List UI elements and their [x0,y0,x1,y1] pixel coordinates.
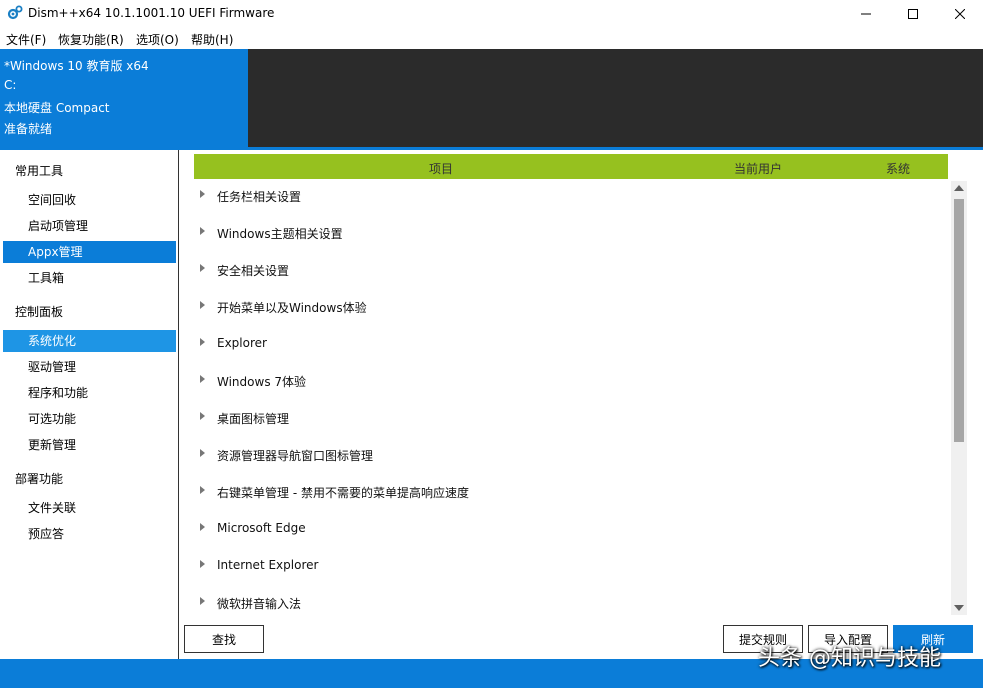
vertical-scrollbar[interactable] [951,181,967,615]
list-item-label: Windows主题相关设置 [217,227,343,241]
title-bar: Dism++x64 10.1.1001.10 UEFI Firmware [0,0,983,28]
expand-arrow-icon[interactable] [200,375,205,383]
sidebar-item-label: 程序和功能 [28,386,89,400]
list-header: 项目 当前用户 系统 [194,154,948,179]
list-item[interactable]: 开始菜单以及Windows体验 [194,289,934,326]
column-header-item[interactable]: 项目 [429,160,453,177]
list-item[interactable]: 任务栏相关设置 [194,178,934,215]
sidebar-item-updates[interactable]: 更新管理 [3,434,176,456]
list-item-label: Microsoft Edge [217,521,306,535]
sidebar-item-label: 可选功能 [28,412,77,426]
menu-recovery[interactable]: 恢复功能(R) [58,31,124,48]
list-item[interactable]: Windows 7体验 [194,363,934,400]
expand-arrow-icon[interactable] [200,412,205,420]
list-item-label: Internet Explorer [217,558,319,572]
sidebar-item-label: 文件关联 [28,501,77,515]
list-item[interactable]: 资源管理器导航窗口图标管理 [194,437,934,474]
sidebar-item-file-assoc[interactable]: 文件关联 [3,497,176,519]
session-area [248,49,983,147]
list-item[interactable]: Microsoft Edge [194,511,934,548]
sidebar-item-label: 工具箱 [28,271,65,285]
list-item-label: 桌面图标管理 [217,412,290,426]
scroll-up-arrow-icon[interactable] [954,185,964,191]
close-button[interactable] [937,0,983,28]
column-header-current-user[interactable]: 当前用户 [734,160,782,177]
list-item[interactable]: 微软拼音输入法 [194,585,934,622]
list-item[interactable]: 安全相关设置 [194,252,934,289]
sidebar-item-optional-features[interactable]: 可选功能 [3,408,176,430]
sidebar-item-appx[interactable]: Appx管理 [3,241,176,263]
sidebar-item-label: 更新管理 [28,438,77,452]
close-icon [955,9,965,19]
list-item-label: 微软拼音输入法 [217,597,302,611]
disk-type: 本地硬盘 Compact [4,101,110,115]
scrollbar-thumb[interactable] [954,199,964,442]
expand-arrow-icon[interactable] [200,449,205,457]
scroll-down-arrow-icon[interactable] [954,605,964,611]
list-item-label: Explorer [217,336,267,350]
sidebar-item-label: 驱动管理 [28,360,77,374]
menu-file[interactable]: 文件(F) [6,31,46,48]
sidebar-item-programs[interactable]: 程序和功能 [3,382,176,404]
menu-bar: 文件(F) 恢复功能(R) 选项(O) 帮助(H) [0,28,983,48]
os-name: *Windows 10 教育版 x64 [4,59,149,73]
gears-icon [7,5,23,20]
sidebar-group-deployment: 部署功能 [15,472,64,486]
main-panel: 项目 当前用户 系统 任务栏相关设置 Windows主题相关设置 安全相关设置 … [180,150,983,659]
watermark: 头条 @知识与技能 [758,646,941,671]
find-button[interactable]: 查找 [184,625,264,653]
list-item-label: 安全相关设置 [217,264,290,278]
list-item[interactable]: 桌面图标管理 [194,400,934,437]
sidebar-item-label: Appx管理 [28,245,83,259]
window-title: Dism++x64 10.1.1001.10 UEFI Firmware [28,6,275,20]
list-item-label: 开始菜单以及Windows体验 [217,301,367,315]
sidebar: 常用工具 空间回收 启动项管理 Appx管理 工具箱 控制面板 系统优化 驱动管… [0,150,179,659]
drive-letter: C: [4,78,17,92]
menu-options[interactable]: 选项(O) [136,31,179,48]
list-item[interactable]: Internet Explorer [194,548,934,585]
list-item[interactable]: Windows主题相关设置 [194,215,934,252]
list-item[interactable]: Explorer [194,326,934,363]
expand-arrow-icon[interactable] [200,227,205,235]
list-item-label: 任务栏相关设置 [217,190,302,204]
sidebar-item-label: 空间回收 [28,193,77,207]
sidebar-item-toolbox[interactable]: 工具箱 [3,267,176,289]
list-item-label: 资源管理器导航窗口图标管理 [217,449,374,463]
sidebar-item-drivers[interactable]: 驱动管理 [3,356,176,378]
list-item[interactable]: 右键菜单管理 - 禁用不需要的菜单提高响应速度 [194,474,934,511]
expand-arrow-icon[interactable] [200,338,205,346]
expand-arrow-icon[interactable] [200,190,205,198]
sidebar-item-label: 系统优化 [28,334,77,348]
sidebar-group-control-panel: 控制面板 [15,305,64,319]
minimize-icon [861,13,871,15]
maximize-icon [908,9,918,19]
status-text: 准备就绪 [4,122,53,136]
expand-arrow-icon[interactable] [200,486,205,494]
maximize-button[interactable] [890,0,936,28]
minimize-button[interactable] [843,0,889,28]
sidebar-item-label: 预应答 [28,527,65,541]
sidebar-group-common-tools: 常用工具 [15,164,64,178]
list-item-label: 右键菜单管理 - 禁用不需要的菜单提高响应速度 [217,486,469,500]
expand-arrow-icon[interactable] [200,264,205,272]
sidebar-item-space-cleanup[interactable]: 空间回收 [3,189,176,211]
sidebar-item-system-optimize[interactable]: 系统优化 [3,330,176,352]
menu-help[interactable]: 帮助(H) [191,31,233,48]
column-header-system[interactable]: 系统 [886,160,910,177]
sidebar-item-unattend[interactable]: 预应答 [3,523,176,545]
expand-arrow-icon[interactable] [200,523,205,531]
list-item-label: Windows 7体验 [217,375,307,389]
expand-arrow-icon[interactable] [200,560,205,568]
expand-arrow-icon[interactable] [200,301,205,309]
sidebar-item-startup[interactable]: 启动项管理 [3,215,176,237]
expand-arrow-icon[interactable] [200,597,205,605]
image-info-panel[interactable]: *Windows 10 教育版 x64 C: 本地硬盘 Compact 准备就绪 [0,49,248,147]
sidebar-item-label: 启动项管理 [28,219,89,233]
